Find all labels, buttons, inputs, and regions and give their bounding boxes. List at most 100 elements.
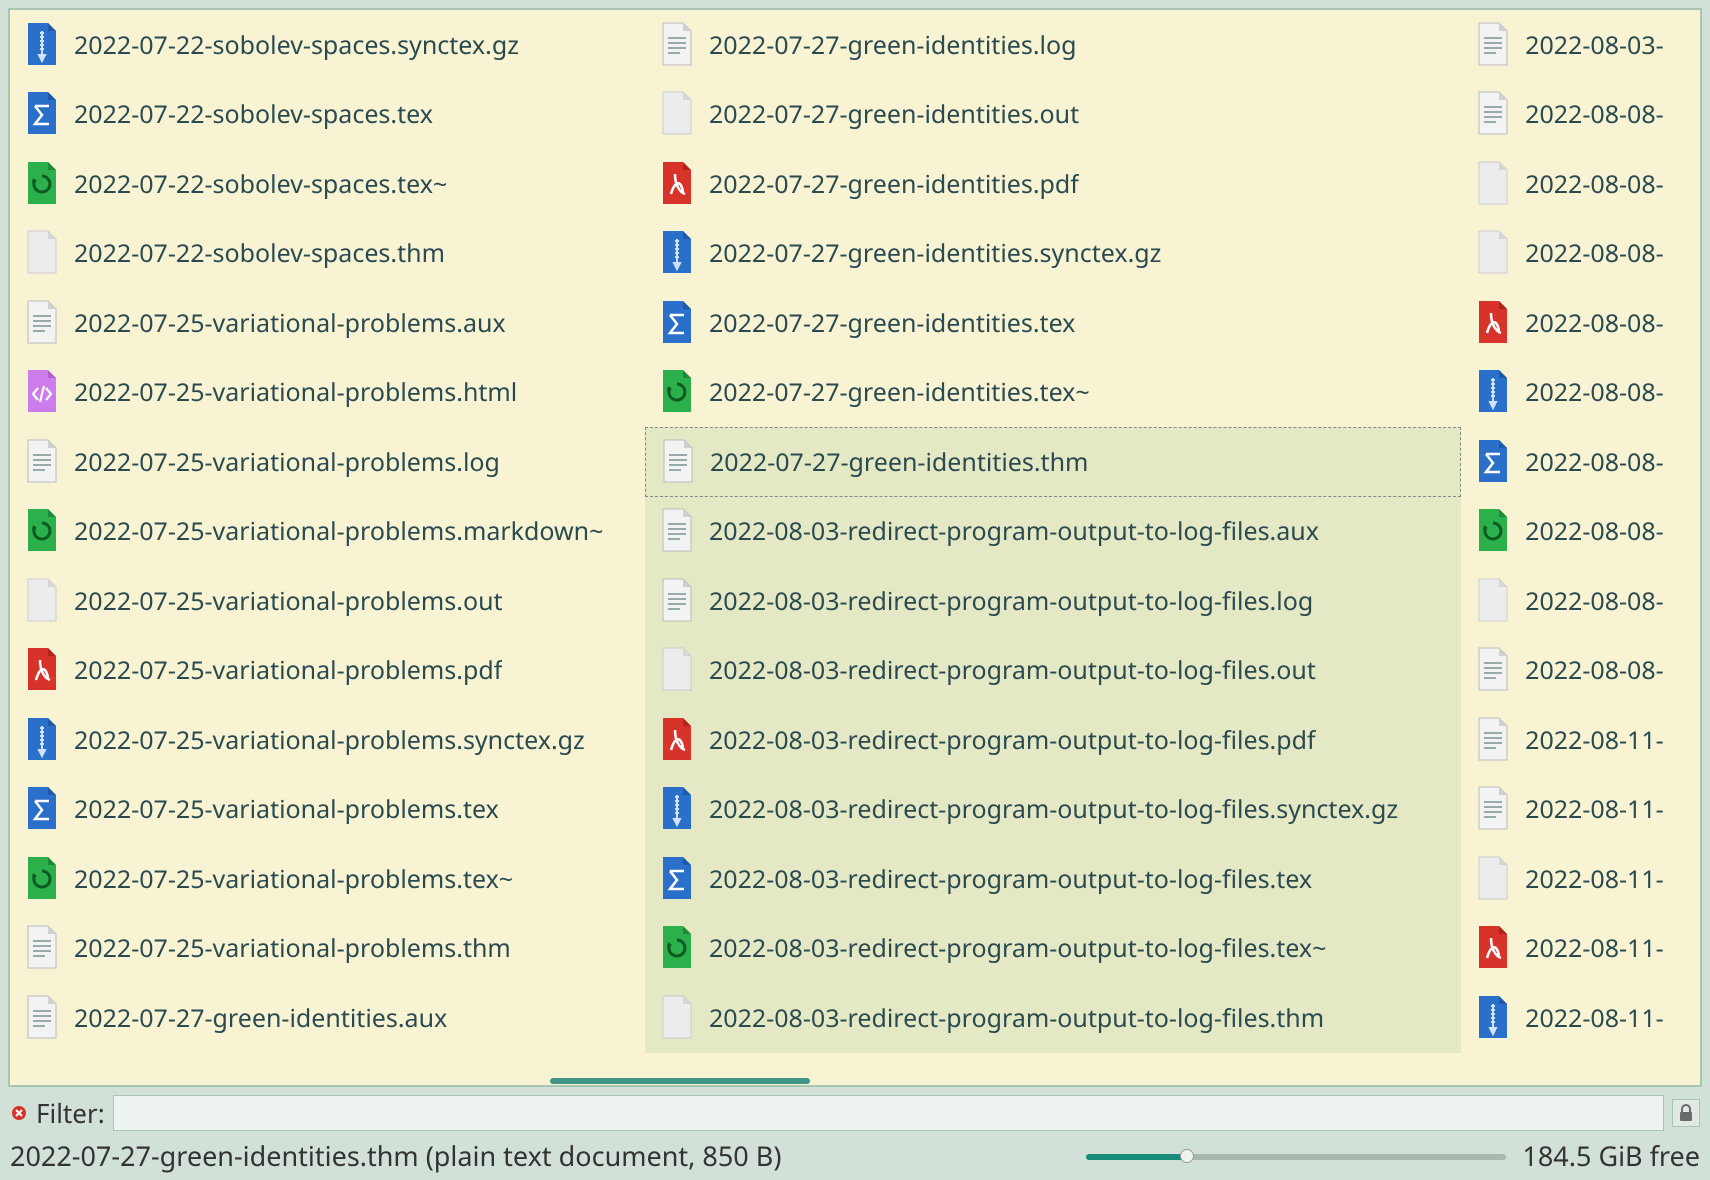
file-item[interactable]: 2022-08-08- — [1461, 219, 1700, 289]
blank-file-icon — [1473, 160, 1513, 208]
lock-filter-button[interactable] — [1672, 1099, 1700, 1127]
file-name-label: 2022-07-27-green-identities.aux — [74, 1001, 447, 1035]
file-item[interactable]: 2022-07-25-variational-problems.tex — [10, 775, 645, 845]
file-item[interactable]: 2022-07-22-sobolev-spaces.tex~ — [10, 149, 645, 219]
file-item[interactable]: 2022-08-08- — [1461, 636, 1700, 706]
file-name-label: 2022-07-25-variational-problems.out — [74, 584, 503, 618]
file-item[interactable]: 2022-07-25-variational-problems.markdown… — [10, 497, 645, 567]
file-name-label: 2022-08-11- — [1525, 792, 1664, 826]
blank-file-icon — [657, 994, 697, 1042]
file-name-label: 2022-08-08- — [1525, 445, 1664, 479]
scrollbar-thumb[interactable] — [550, 1078, 810, 1084]
file-item[interactable]: 2022-07-27-green-identities.pdf — [645, 149, 1461, 219]
txt-file-icon — [658, 438, 698, 486]
file-name-label: 2022-07-22-sobolev-spaces.thm — [74, 236, 445, 270]
tex-file-icon — [22, 785, 62, 833]
pdf-file-icon — [1473, 299, 1513, 347]
file-item[interactable]: 2022-07-27-green-identities.thm — [645, 427, 1461, 497]
file-item[interactable]: 2022-08-08- — [1461, 288, 1700, 358]
pdf-file-icon — [22, 646, 62, 694]
file-name-label: 2022-07-25-variational-problems.log — [74, 445, 500, 479]
file-item[interactable]: 2022-07-22-sobolev-spaces.thm — [10, 219, 645, 289]
file-name-label: 2022-07-25-variational-problems.tex — [74, 792, 499, 826]
tex-file-icon — [22, 90, 62, 138]
filter-input[interactable] — [113, 1095, 1664, 1131]
file-name-label: 2022-08-08- — [1525, 653, 1664, 687]
file-item[interactable]: 2022-07-25-variational-problems.html — [10, 358, 645, 428]
file-item[interactable]: 2022-07-27-green-identities.log — [645, 10, 1461, 80]
txt-file-icon — [1473, 716, 1513, 764]
file-item[interactable]: 2022-08-08- — [1461, 566, 1700, 636]
txt-file-icon — [1473, 646, 1513, 694]
file-name-label: 2022-07-25-variational-problems.synctex.… — [74, 723, 585, 757]
file-item[interactable]: 2022-08-11- — [1461, 983, 1700, 1053]
file-item[interactable]: 2022-07-25-variational-problems.thm — [10, 914, 645, 984]
txt-file-icon — [657, 577, 697, 625]
file-name-label: 2022-08-11- — [1525, 723, 1664, 757]
txt-file-icon — [657, 507, 697, 555]
file-item[interactable]: 2022-08-11- — [1461, 844, 1700, 914]
file-item[interactable]: 2022-07-25-variational-problems.out — [10, 566, 645, 636]
file-item[interactable]: 2022-08-03-redirect-program-output-to-lo… — [645, 705, 1461, 775]
clear-filter-icon[interactable] — [10, 1104, 28, 1122]
file-name-label: 2022-08-08- — [1525, 584, 1664, 618]
file-item[interactable]: 2022-08-08- — [1461, 80, 1700, 150]
file-item[interactable]: 2022-07-25-variational-problems.synctex.… — [10, 705, 645, 775]
gz-file-icon — [22, 716, 62, 764]
blank-file-icon — [657, 646, 697, 694]
file-item[interactable]: 2022-08-03-redirect-program-output-to-lo… — [645, 566, 1461, 636]
file-name-label: 2022-07-27-green-identities.tex — [709, 306, 1075, 340]
file-item[interactable]: 2022-07-25-variational-problems.pdf — [10, 636, 645, 706]
file-item[interactable]: 2022-08-03-redirect-program-output-to-lo… — [645, 775, 1461, 845]
file-item[interactable]: 2022-07-27-green-identities.tex~ — [645, 358, 1461, 428]
file-item[interactable]: 2022-08-08- — [1461, 427, 1700, 497]
file-name-label: 2022-07-22-sobolev-spaces.synctex.gz — [74, 28, 519, 62]
file-item[interactable]: 2022-07-27-green-identities.aux — [10, 983, 645, 1053]
free-space-status: 184.5 GiB free — [1522, 1137, 1700, 1174]
file-name-label: 2022-08-03-redirect-program-output-to-lo… — [709, 653, 1316, 687]
file-manager-window: 2022-07-22-sobolev-spaces.synctex.gz 2022… — [0, 0, 1710, 1180]
txt-file-icon — [22, 438, 62, 486]
file-column: 2022-07-22-sobolev-spaces.synctex.gz 2022… — [10, 10, 645, 1085]
file-name-label: 2022-08-03-redirect-program-output-to-lo… — [709, 1001, 1324, 1035]
file-item[interactable]: 2022-08-03-redirect-program-output-to-lo… — [645, 914, 1461, 984]
backup-file-icon — [22, 855, 62, 903]
file-item[interactable]: 2022-08-03-redirect-program-output-to-lo… — [645, 636, 1461, 706]
txt-file-icon — [1473, 21, 1513, 69]
file-item[interactable]: 2022-08-11- — [1461, 705, 1700, 775]
pdf-file-icon — [1473, 924, 1513, 972]
file-name-label: 2022-07-27-green-identities.tex~ — [709, 375, 1090, 409]
zoom-slider[interactable] — [1086, 1146, 1506, 1166]
file-item[interactable]: 2022-08-08- — [1461, 497, 1700, 567]
file-name-label: 2022-08-03-redirect-program-output-to-lo… — [709, 931, 1326, 965]
gz-file-icon — [22, 21, 62, 69]
file-item[interactable]: 2022-07-22-sobolev-spaces.synctex.gz — [10, 10, 645, 80]
file-item[interactable]: 2022-07-27-green-identities.tex — [645, 288, 1461, 358]
file-item[interactable]: 2022-07-22-sobolev-spaces.tex — [10, 80, 645, 150]
html-file-icon — [22, 368, 62, 416]
file-item[interactable]: 2022-08-08- — [1461, 358, 1700, 428]
file-name-label: 2022-08-08- — [1525, 167, 1664, 201]
file-item[interactable]: 2022-07-25-variational-problems.tex~ — [10, 844, 645, 914]
file-name-label: 2022-08-03-redirect-program-output-to-lo… — [709, 584, 1313, 618]
file-item[interactable]: 2022-07-27-green-identities.out — [645, 80, 1461, 150]
horizontal-scrollbar[interactable] — [10, 1077, 1700, 1085]
file-item[interactable]: 2022-07-27-green-identities.synctex.gz — [645, 219, 1461, 289]
file-item[interactable]: 2022-08-11- — [1461, 775, 1700, 845]
file-item[interactable]: 2022-08-03-redirect-program-output-to-lo… — [645, 497, 1461, 567]
file-list-pane[interactable]: 2022-07-22-sobolev-spaces.synctex.gz 2022… — [8, 8, 1702, 1087]
zoom-thumb[interactable] — [1180, 1149, 1194, 1163]
file-item[interactable]: 2022-08-03-redirect-program-output-to-lo… — [645, 844, 1461, 914]
txt-file-icon — [1473, 785, 1513, 833]
gz-file-icon — [1473, 994, 1513, 1042]
file-item[interactable]: 2022-08-03-redirect-program-output-to-lo… — [645, 983, 1461, 1053]
file-item[interactable]: 2022-08-11- — [1461, 914, 1700, 984]
file-name-label: 2022-07-22-sobolev-spaces.tex — [74, 97, 433, 131]
file-item[interactable]: 2022-07-25-variational-problems.aux — [10, 288, 645, 358]
file-item[interactable]: 2022-08-08- — [1461, 149, 1700, 219]
file-item[interactable]: 2022-08-03- — [1461, 10, 1700, 80]
filter-label: Filter: — [36, 1095, 105, 1131]
backup-file-icon — [657, 368, 697, 416]
file-item[interactable]: 2022-07-25-variational-problems.log — [10, 427, 645, 497]
blank-file-icon — [1473, 577, 1513, 625]
